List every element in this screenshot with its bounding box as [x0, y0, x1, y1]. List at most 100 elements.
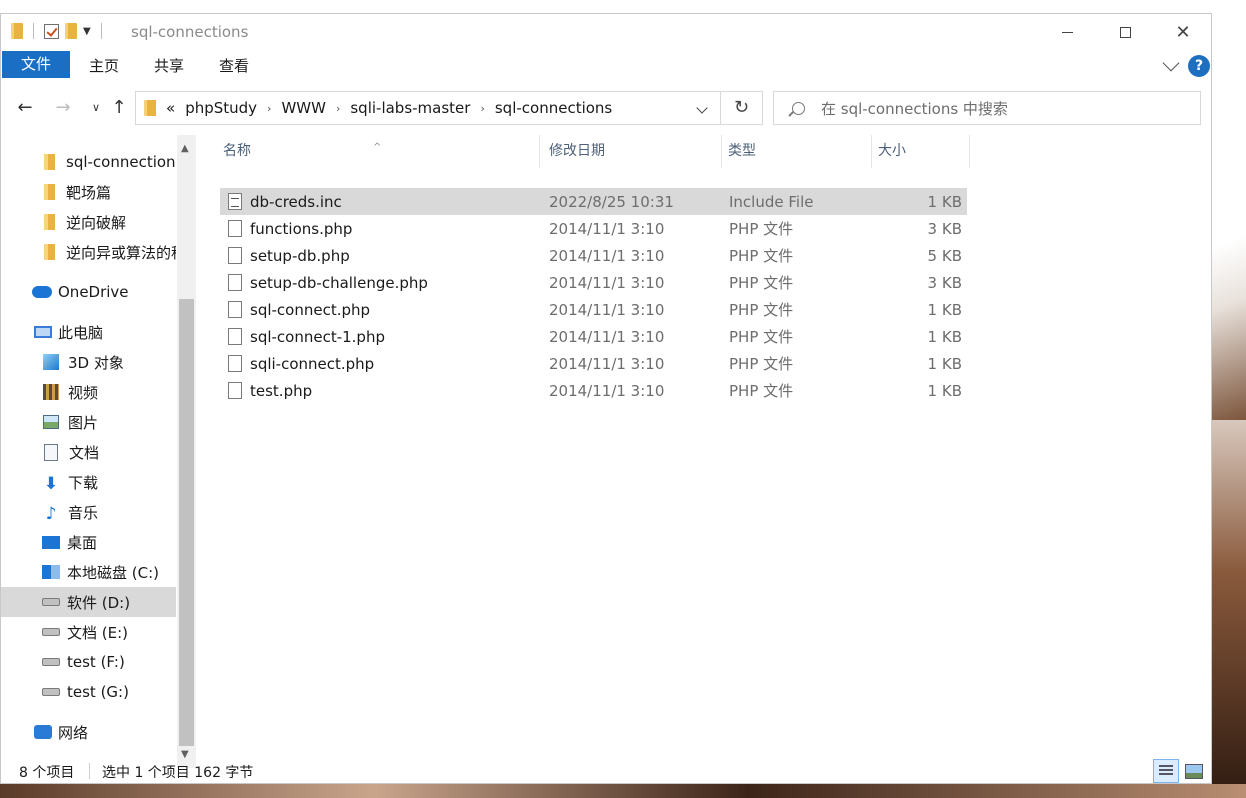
file-size: 5 KB	[927, 246, 962, 265]
ribbon-tabs: 文件 主页 共享 查看 ?	[1, 51, 1211, 83]
file-size: 1 KB	[927, 192, 962, 211]
sidebar-item-drive-c[interactable]: 本地磁盘 (C:)	[1, 557, 176, 587]
column-header-size[interactable]: 大小	[874, 135, 970, 168]
sidebar-item-documents[interactable]: 文档	[1, 437, 176, 467]
sidebar-item-desktop[interactable]: 桌面	[1, 527, 176, 557]
sidebar-item-label: 本地磁盘 (C:)	[67, 563, 159, 582]
breadcrumb-phpstudy[interactable]: phpStudy	[185, 99, 257, 117]
status-bar: 8 个项目 选中 1 个项目 162 字节	[1, 759, 1211, 783]
sidebar-item-this-pc[interactable]: 此电脑	[1, 317, 176, 347]
file-row-functions-php[interactable]: functions.php 2014/11/1 3:10 PHP 文件 3 KB	[220, 215, 967, 242]
sidebar-item-label: 文档 (E:)	[67, 623, 129, 642]
breadcrumb-sqli-labs-master[interactable]: sqli-labs-master	[350, 99, 470, 117]
chevron-down-icon[interactable]	[696, 102, 708, 114]
details-view-icon[interactable]	[1153, 759, 1179, 783]
tab-home[interactable]: 主页	[73, 53, 135, 79]
folder-icon	[44, 154, 55, 170]
file-type: Include File	[729, 192, 814, 211]
close-icon: ✕	[1175, 21, 1191, 43]
minimize-button[interactable]	[1038, 14, 1096, 50]
file-date: 2014/11/1 3:10	[549, 219, 665, 238]
file-date: 2014/11/1 3:10	[549, 246, 665, 265]
file-date: 2014/11/1 3:10	[549, 327, 665, 346]
file-row-sqli-connect-php[interactable]: sqli-connect.php 2014/11/1 3:10 PHP 文件 1…	[220, 350, 967, 377]
sidebar-item-network[interactable]: 网络	[1, 717, 176, 747]
sidebar-item-drive-e[interactable]: 文档 (E:)	[1, 617, 176, 647]
customize-toolbar-dropdown[interactable]: ▼	[83, 26, 91, 37]
file-type: PHP 文件	[729, 220, 794, 238]
breadcrumb-overflow[interactable]: «	[166, 99, 175, 117]
address-bar[interactable]: « phpStudy › WWW › sqli-labs-master › sq…	[135, 91, 721, 125]
sidebar-item-xor-program[interactable]: 逆向异或算法的程序	[1, 237, 176, 267]
column-header-date[interactable]: 修改日期	[545, 135, 722, 168]
new-folder-icon[interactable]	[65, 23, 77, 39]
tab-share[interactable]: 共享	[138, 53, 200, 79]
column-header-label: 名称	[223, 143, 251, 159]
tab-view[interactable]: 查看	[203, 53, 265, 79]
title-bar[interactable]: ▼ sql-connections ✕	[1, 14, 1211, 50]
large-icons-view-icon[interactable]	[1183, 761, 1205, 781]
sidebar-item-pictures[interactable]: 图片	[1, 407, 176, 437]
file-icon	[228, 274, 242, 291]
maximize-button[interactable]	[1096, 14, 1154, 50]
file-name: db-creds.inc	[250, 192, 342, 211]
search-icon	[792, 101, 805, 115]
scrollbar-thumb[interactable]	[179, 299, 194, 746]
sidebar-item-drive-f[interactable]: test (F:)	[1, 647, 176, 677]
help-icon[interactable]: ?	[1188, 55, 1210, 77]
navigation-pane-scrollbar[interactable]: ▲ ▼	[177, 135, 196, 768]
sidebar-item-label: 逆向破解	[66, 213, 127, 232]
file-date: 2014/11/1 3:10	[549, 381, 665, 400]
chevron-right-icon[interactable]: ›	[480, 102, 484, 115]
pc-icon	[34, 326, 52, 338]
file-row-setup-db-php[interactable]: setup-db.php 2014/11/1 3:10 PHP 文件 5 KB	[220, 242, 967, 269]
file-name: functions.php	[250, 219, 353, 238]
sidebar-item-reverse-crack[interactable]: 逆向破解	[1, 207, 176, 237]
taskbar-edge	[0, 784, 1246, 798]
sidebar-item-drive-g[interactable]: test (G:)	[1, 677, 176, 707]
file-row-sql-connect-php[interactable]: sql-connect.php 2014/11/1 3:10 PHP 文件 1 …	[220, 296, 967, 323]
sidebar-item-range[interactable]: 靶场篇	[1, 177, 176, 207]
file-name: test.php	[250, 381, 313, 400]
up-button[interactable]: ↑	[108, 96, 130, 120]
search-box[interactable]: 在 sql-connections 中搜索	[773, 91, 1201, 125]
sidebar-item-sql-connections[interactable]: sql-connections	[1, 147, 176, 177]
sidebar-item-label: test (F:)	[67, 653, 125, 671]
column-header-name[interactable]: ^ 名称	[219, 135, 540, 168]
sidebar-item-drive-d[interactable]: 软件 (D:)	[1, 587, 176, 617]
breadcrumb-sql-connections[interactable]: sql-connections	[495, 99, 612, 117]
properties-icon[interactable]	[44, 23, 59, 39]
close-button[interactable]: ✕	[1154, 14, 1211, 50]
sidebar-item-onedrive[interactable]: OneDrive	[1, 277, 176, 307]
navigation-pane: sql-connections 靶场篇 逆向破解 逆向异或算法的程序 OneDr…	[1, 135, 196, 755]
file-row-db-creds-inc[interactable]: db-creds.inc 2022/8/25 10:31 Include Fil…	[220, 188, 967, 215]
file-row-sql-connect-1-php[interactable]: sql-connect-1.php 2014/11/1 3:10 PHP 文件 …	[220, 323, 967, 350]
sidebar-item-videos[interactable]: 视频	[1, 377, 176, 407]
breadcrumb-www[interactable]: WWW	[281, 99, 326, 117]
forward-button[interactable]: →	[52, 96, 74, 120]
search-input[interactable]: 在 sql-connections 中搜索	[821, 98, 1008, 119]
music-icon: ♪	[45, 504, 57, 524]
sidebar-item-label: 桌面	[67, 533, 98, 552]
system-drive-icon	[42, 565, 60, 579]
window-title: sql-connections	[131, 23, 249, 41]
scroll-up-icon[interactable]: ▲	[181, 143, 189, 154]
file-type: PHP 文件	[729, 382, 794, 400]
column-header-type[interactable]: 类型	[724, 135, 872, 168]
sidebar-item-3d-objects[interactable]: 3D 对象	[1, 347, 176, 377]
refresh-button[interactable]: ↻	[721, 91, 763, 125]
tab-file[interactable]: 文件	[2, 51, 70, 78]
file-type: PHP 文件	[729, 274, 794, 292]
back-button[interactable]: ←	[14, 96, 36, 120]
recent-locations-dropdown[interactable]: ∨	[85, 96, 107, 120]
file-row-test-php[interactable]: test.php 2014/11/1 3:10 PHP 文件 1 KB	[220, 377, 967, 404]
sidebar-item-downloads[interactable]: ⬇ 下载	[1, 467, 176, 497]
chevron-right-icon[interactable]: ›	[336, 102, 340, 115]
file-row-setup-db-challenge-php[interactable]: setup-db-challenge.php 2014/11/1 3:10 PH…	[220, 269, 967, 296]
folder-icon	[144, 100, 156, 116]
chevron-right-icon[interactable]: ›	[267, 102, 271, 115]
expand-ribbon-icon[interactable]	[1162, 54, 1180, 72]
sidebar-item-music[interactable]: ♪ 音乐	[1, 497, 176, 527]
file-type: PHP 文件	[729, 247, 794, 265]
video-icon	[43, 384, 59, 400]
